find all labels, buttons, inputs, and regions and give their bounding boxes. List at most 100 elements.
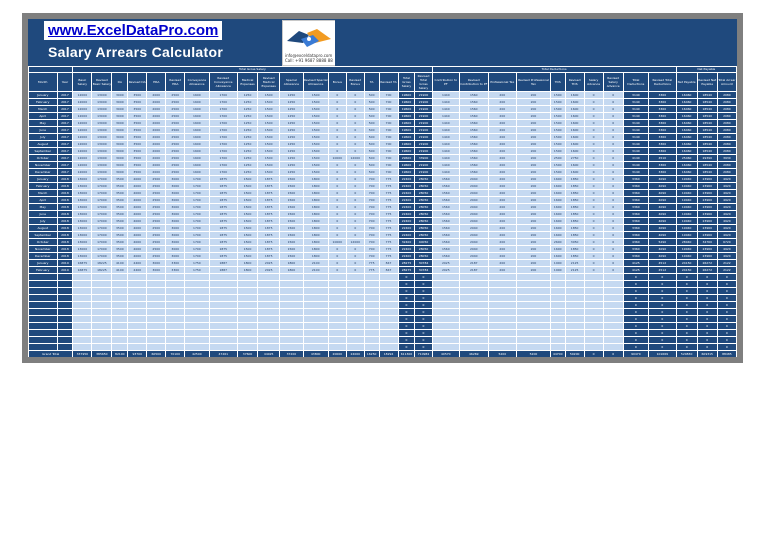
value-cell[interactable]: 4100 [111,259,129,267]
empty-cell[interactable] [111,294,129,302]
value-cell[interactable]: 200 [487,252,518,260]
value-cell[interactable]: 1850 [564,224,585,232]
empty-cell[interactable] [363,294,380,302]
value-cell[interactable]: 2000 [146,119,167,127]
value-cell[interactable]: 775 [378,245,399,253]
value-cell[interactable]: 2040 [459,196,489,204]
value-cell[interactable]: 13000 [72,224,93,232]
value-cell[interactable]: 1440 [431,91,461,99]
value-cell[interactable]: 1700 [208,154,239,162]
empty-cell[interactable] [127,315,148,323]
value-cell[interactable]: 775 [363,259,380,267]
value-cell[interactable]: 2750 [564,154,585,162]
empty-cell[interactable] [165,322,186,330]
empty-cell[interactable] [583,301,604,309]
value-cell[interactable]: 13000 [72,217,93,225]
value-cell[interactable]: 200 [516,210,551,218]
value-cell[interactable]: 700 [378,112,399,120]
empty-cell[interactable] [345,308,365,316]
empty-cell[interactable] [302,308,329,316]
value-cell[interactable]: 4000 [127,175,148,183]
empty-cell[interactable] [363,280,380,288]
value-cell[interactable]: 2125 [564,259,585,267]
value-cell[interactable]: 1600 [549,203,566,211]
value-cell[interactable]: 1560 [431,231,461,239]
empty-cell[interactable] [146,287,167,295]
value-cell[interactable]: 1500 [302,112,329,120]
empty-cell[interactable] [302,329,329,337]
empty-cell[interactable] [127,329,148,337]
empty-cell[interactable] [345,301,365,309]
value-cell[interactable]: 200 [487,98,518,106]
value-cell[interactable]: 1500 [257,119,281,127]
value-cell[interactable]: 1700 [208,168,239,176]
empty-cell[interactable] [91,322,113,330]
value-cell[interactable]: 0 [583,196,604,204]
value-cell[interactable]: 1600 [564,91,585,99]
value-cell[interactable]: 3050 [564,238,585,246]
empty-cell[interactable] [72,301,93,309]
empty-cell[interactable] [327,343,347,351]
value-cell[interactable]: 3000 [111,147,129,155]
empty-cell[interactable] [487,301,518,309]
value-cell[interactable]: 1600 [184,133,210,141]
empty-cell[interactable] [564,308,585,316]
value-cell[interactable]: 1800 [302,231,329,239]
value-cell[interactable]: 0 [327,175,347,183]
empty-cell[interactable] [302,294,329,302]
empty-cell[interactable] [279,322,304,330]
value-cell[interactable]: 1560 [459,119,489,127]
empty-cell[interactable] [146,294,167,302]
value-cell[interactable]: 0 [327,210,347,218]
value-cell[interactable]: 1250 [279,98,304,106]
value-cell[interactable]: 1600 [549,210,566,218]
value-cell[interactable]: 1600 [564,98,585,106]
empty-cell[interactable] [127,308,148,316]
empty-cell[interactable] [237,301,259,309]
value-cell[interactable]: 2500 [165,112,186,120]
empty-cell[interactable] [302,336,329,344]
value-cell[interactable]: 0 [327,224,347,232]
value-cell[interactable]: 4400 [127,266,148,274]
empty-cell[interactable] [378,329,399,337]
value-cell[interactable]: 1875 [208,182,239,190]
value-cell[interactable]: 0 [345,252,365,260]
value-cell[interactable]: 200 [516,147,551,155]
value-cell[interactable]: 4000 [127,182,148,190]
value-cell[interactable]: 0 [583,112,604,120]
empty-cell[interactable] [146,308,167,316]
value-cell[interactable]: 0 [327,140,347,148]
empty-cell[interactable] [363,336,380,344]
value-cell[interactable]: 3000 [165,210,186,218]
value-cell[interactable]: 1500 [279,189,304,197]
empty-cell[interactable] [257,280,281,288]
value-cell[interactable]: 0 [345,210,365,218]
value-cell[interactable]: 1875 [257,231,281,239]
value-cell[interactable]: 2000 [146,154,167,162]
empty-cell[interactable] [378,343,399,351]
value-cell[interactable]: 0 [345,182,365,190]
value-cell[interactable]: 1500 [279,196,304,204]
empty-cell[interactable] [237,294,259,302]
value-cell[interactable]: 2025 [257,266,281,274]
empty-cell[interactable] [327,273,347,281]
empty-cell[interactable] [302,343,329,351]
value-cell[interactable]: 1500 [549,105,566,113]
value-cell[interactable]: 3000 [165,182,186,190]
empty-cell[interactable] [602,308,624,316]
value-cell[interactable]: 3500 [111,245,129,253]
value-cell[interactable]: 17000 [91,238,113,246]
value-cell[interactable]: 1500 [237,196,259,204]
empty-cell[interactable] [549,336,566,344]
value-cell[interactable]: 1600 [564,119,585,127]
value-cell[interactable]: 1600 [564,112,585,120]
value-cell[interactable]: 200 [516,91,551,99]
empty-cell[interactable] [146,336,167,344]
value-cell[interactable]: 1875 [257,189,281,197]
empty-cell[interactable] [184,315,210,323]
value-cell[interactable]: 3000 [165,203,186,211]
value-cell[interactable]: 847 [378,266,399,274]
value-cell[interactable]: 1875 [208,224,239,232]
value-cell[interactable]: 1875 [257,245,281,253]
empty-cell[interactable] [378,315,399,323]
